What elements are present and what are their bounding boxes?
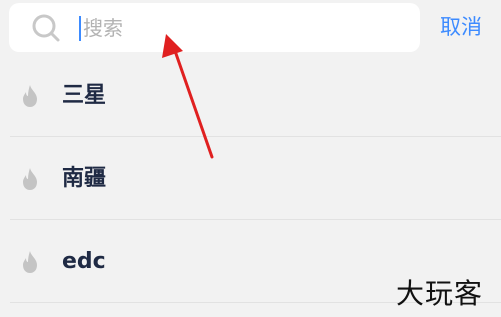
search-box[interactable] bbox=[9, 3, 420, 52]
list-item-label: 南疆 bbox=[62, 166, 107, 191]
search-header: 取消 bbox=[0, 0, 501, 62]
fire-icon bbox=[23, 168, 37, 190]
fire-icon bbox=[23, 85, 37, 107]
search-icon bbox=[32, 14, 60, 42]
list-item[interactable]: 三星 bbox=[0, 54, 501, 137]
fire-icon bbox=[23, 251, 37, 273]
suggestion-list: 三星 南疆 edc bbox=[0, 54, 501, 303]
search-input[interactable] bbox=[83, 11, 403, 45]
text-cursor bbox=[79, 16, 81, 41]
cancel-button[interactable]: 取消 bbox=[440, 12, 496, 42]
list-item-label: 三星 bbox=[62, 83, 107, 108]
list-item-label: edc bbox=[62, 249, 106, 274]
list-item[interactable]: 南疆 bbox=[0, 137, 501, 220]
watermark: 大玩客 bbox=[396, 277, 484, 310]
